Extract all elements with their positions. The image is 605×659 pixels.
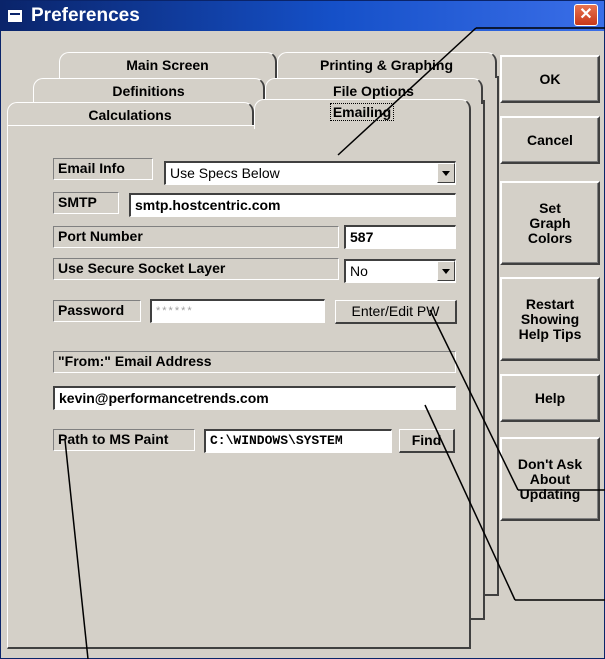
port-number-label: Port Number [53,226,339,248]
panel-edge [7,125,254,126]
password-field[interactable]: ****** [150,299,325,323]
window-title: Preferences [31,5,140,26]
find-button[interactable]: Find [399,429,455,453]
email-info-label: Email Info [53,158,153,180]
email-info-value: Use Specs Below [170,165,280,181]
smtp-label: SMTP [53,192,119,214]
email-info-combo[interactable]: Use Specs Below [164,161,456,185]
close-button[interactable]: ✕ [574,4,598,26]
cancel-button[interactable]: Cancel [500,116,600,164]
ms-paint-label: Path to MS Paint [53,429,195,451]
dropdown-arrow-icon[interactable] [437,163,455,183]
ssl-combo[interactable]: No [344,259,456,283]
password-label: Password [53,300,141,322]
set-graph-colors-button[interactable]: Set Graph Colors [500,181,600,265]
tab-printing-graphing[interactable]: Printing & Graphing [277,52,497,78]
help-button[interactable]: Help [500,374,600,422]
window-icon [7,9,23,23]
ssl-value: No [350,263,368,279]
ssl-label: Use Secure Socket Layer [53,258,339,280]
tab-emailing[interactable]: Emailing [254,99,471,129]
from-email-field[interactable]: kevin@performancetrends.com [53,386,456,410]
ok-button[interactable]: OK [500,55,600,103]
port-number-field[interactable]: 587 [344,225,456,249]
dont-ask-updating-button[interactable]: Don't Ask About Updating [500,437,600,521]
title-bar: Preferences ✕ [1,1,604,31]
ms-paint-path-field[interactable]: C:\WINDOWS\SYSTEM [204,429,392,453]
from-email-label: "From:" Email Address [53,351,456,373]
dropdown-arrow-icon[interactable] [437,261,455,281]
smtp-field[interactable]: smtp.hostcentric.com [129,193,456,217]
preferences-window: Preferences ✕ OK Cancel Set Graph Colors… [0,0,605,659]
enter-edit-pw-button[interactable]: Enter/Edit PW [335,300,457,324]
restart-help-tips-button[interactable]: Restart Showing Help Tips [500,277,600,361]
tab-main-screen[interactable]: Main Screen [59,52,277,78]
tab-definitions[interactable]: Definitions [33,78,265,104]
tab-emailing-label: Emailing [329,103,395,121]
